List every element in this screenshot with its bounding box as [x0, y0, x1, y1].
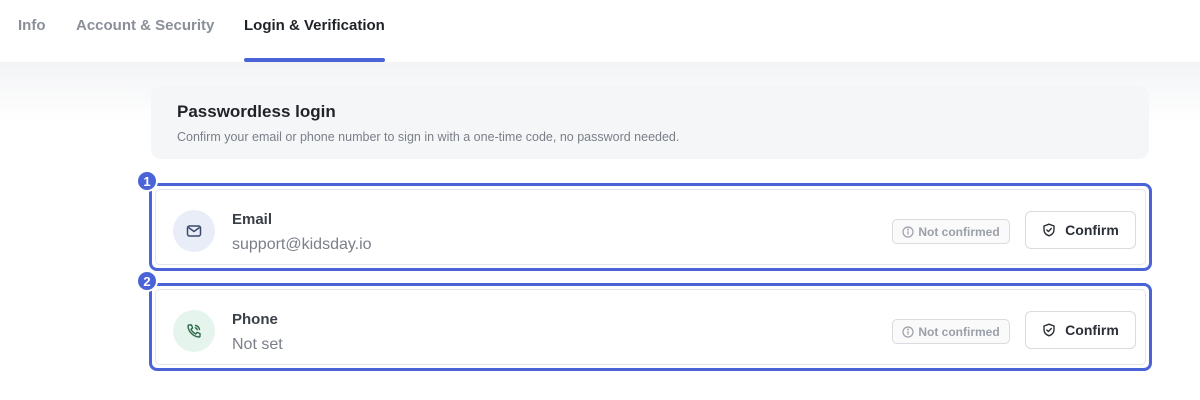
- section-header: Passwordless login Confirm your email or…: [151, 86, 1149, 159]
- info-circle-icon: [902, 225, 914, 238]
- tab-account-security[interactable]: Account & Security: [76, 17, 214, 62]
- tab-login-verification[interactable]: Login & Verification: [244, 17, 385, 62]
- section-description: Confirm your email or phone number to si…: [177, 130, 680, 144]
- tab-bar: Info Account & Security Login & Verifica…: [0, 0, 1200, 62]
- phone-confirm-button[interactable]: Confirm: [1025, 311, 1136, 349]
- phone-row-card: Phone Not set Not confirmed Confirm: [155, 289, 1146, 365]
- phone-icon: [173, 310, 215, 352]
- email-status-text: Not confirmed: [918, 224, 1000, 239]
- mail-icon: [173, 210, 215, 252]
- email-confirm-button[interactable]: Confirm: [1025, 211, 1136, 249]
- info-circle-icon: [902, 325, 914, 338]
- phone-row: 2 Phone Not set Not confirmed Confirm: [136, 270, 1152, 371]
- phone-value: Not set: [232, 336, 283, 353]
- shield-check-icon: [1042, 223, 1056, 237]
- phone-label: Phone: [232, 311, 278, 328]
- shield-check-icon: [1042, 323, 1056, 337]
- email-status-badge: Not confirmed: [892, 219, 1010, 244]
- phone-confirm-label: Confirm: [1065, 322, 1119, 338]
- email-value: support@kidsday.io: [232, 236, 372, 253]
- phone-status-badge: Not confirmed: [892, 319, 1010, 344]
- section-title: Passwordless login: [177, 102, 336, 121]
- page: Info Account & Security Login & Verifica…: [0, 0, 1200, 400]
- email-label: Email: [232, 211, 273, 228]
- email-row-card: Email support@kidsday.io Not confirmed C…: [155, 189, 1146, 265]
- step-marker: 2: [136, 270, 158, 292]
- phone-status-text: Not confirmed: [918, 324, 1000, 339]
- tab-info[interactable]: Info: [18, 17, 46, 62]
- step-marker: 1: [136, 170, 158, 192]
- email-row: 1 Email support@kidsday.io Not confirmed…: [136, 170, 1152, 271]
- email-confirm-label: Confirm: [1065, 222, 1119, 238]
